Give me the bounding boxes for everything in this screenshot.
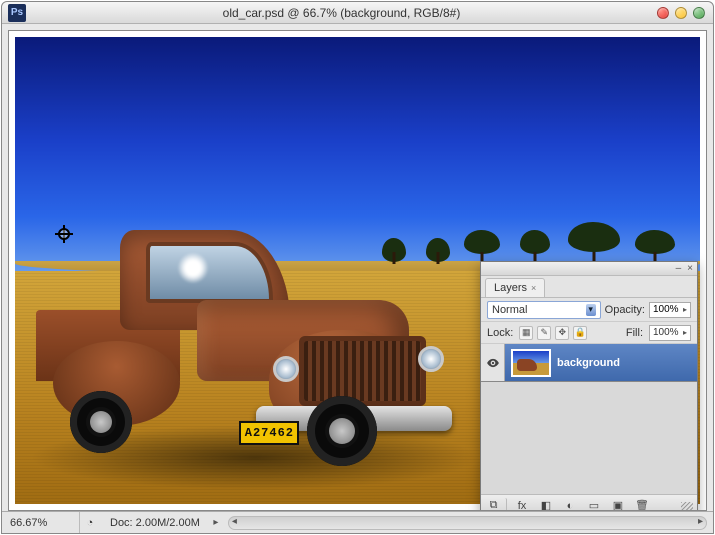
chevron-right-icon[interactable]: ▸ bbox=[683, 305, 687, 314]
trash-icon[interactable]: 🗑 bbox=[631, 498, 653, 512]
opacity-label: Opacity: bbox=[605, 304, 645, 316]
dropdown-arrow-icon: ▾ bbox=[586, 304, 596, 316]
blend-row: Normal ▾ Opacity: 100% ▸ bbox=[481, 298, 697, 322]
canvas-area[interactable]: A27462 – × Layers × Normal ▾ Opacity: bbox=[8, 30, 707, 511]
layer-thumbnail[interactable] bbox=[511, 349, 551, 377]
lock-pixels-icon[interactable]: ✎ bbox=[537, 326, 551, 340]
lock-label: Lock: bbox=[487, 327, 513, 339]
zoom-field[interactable]: 66.67% bbox=[2, 512, 80, 533]
panel-tabs: Layers × bbox=[481, 276, 697, 298]
layer-mask-icon[interactable]: ◧ bbox=[535, 498, 557, 512]
truck-illustration: A27462 bbox=[36, 214, 461, 466]
layers-list[interactable]: background bbox=[481, 344, 697, 494]
close-button[interactable] bbox=[657, 7, 669, 19]
lock-icons: ▦ ✎ ✥ 🔒 bbox=[519, 326, 587, 340]
visibility-toggle[interactable] bbox=[481, 344, 505, 381]
lock-position-icon[interactable]: ✥ bbox=[555, 326, 569, 340]
fill-input[interactable]: 100% ▸ bbox=[649, 325, 691, 341]
blend-mode-select[interactable]: Normal ▾ bbox=[487, 301, 601, 319]
fill-label: Fill: bbox=[626, 327, 643, 339]
panel-footer: ⧉ fx ◧ ◐ ▭ ▣ 🗑 bbox=[481, 494, 697, 511]
adjustment-layer-icon[interactable]: ◐ bbox=[559, 498, 581, 512]
lock-transparency-icon[interactable]: ▦ bbox=[519, 326, 533, 340]
app-badge: Ps bbox=[8, 4, 26, 22]
eye-icon bbox=[486, 356, 500, 370]
panel-collapse-icon[interactable]: – bbox=[676, 263, 682, 274]
doc-info: Doc: 2.00M/2.00M bbox=[100, 517, 210, 529]
new-layer-icon[interactable]: ▣ bbox=[607, 498, 629, 512]
window-controls bbox=[657, 7, 705, 19]
horizontal-scrollbar[interactable] bbox=[228, 516, 707, 530]
status-bar: 66.67% ◔ Doc: 2.00M/2.00M ▸ bbox=[2, 511, 713, 533]
minimize-button[interactable] bbox=[675, 7, 687, 19]
window-title: old_car.psd @ 66.7% (background, RGB/8#) bbox=[26, 6, 657, 20]
layers-panel[interactable]: – × Layers × Normal ▾ Opacity: 100% ▸ bbox=[480, 261, 698, 511]
tab-label: Layers bbox=[494, 282, 527, 294]
blend-mode-value: Normal bbox=[492, 304, 527, 316]
lock-row: Lock: ▦ ✎ ✥ 🔒 Fill: 100% ▸ bbox=[481, 322, 697, 344]
document-window: Ps old_car.psd @ 66.7% (background, RGB/… bbox=[1, 1, 714, 534]
link-layers-icon[interactable]: ⧉ bbox=[485, 498, 507, 512]
layer-fx-icon[interactable]: fx bbox=[511, 498, 533, 512]
zoom-button[interactable] bbox=[693, 7, 705, 19]
status-menu-icon[interactable]: ◔ bbox=[80, 517, 100, 529]
chevron-right-icon[interactable]: ▸ bbox=[683, 328, 687, 337]
panel-header[interactable]: – × bbox=[481, 262, 697, 276]
chevron-right-icon[interactable]: ▸ bbox=[210, 517, 222, 529]
license-plate: A27462 bbox=[239, 421, 299, 445]
opacity-input[interactable]: 100% ▸ bbox=[649, 302, 691, 318]
tab-close-icon[interactable]: × bbox=[531, 283, 536, 293]
resize-grip-icon[interactable] bbox=[681, 502, 693, 511]
cursor-crosshair-icon bbox=[55, 225, 73, 243]
opacity-value: 100% bbox=[653, 304, 679, 315]
tab-layers[interactable]: Layers × bbox=[485, 278, 545, 297]
group-icon[interactable]: ▭ bbox=[583, 498, 605, 512]
layer-name[interactable]: background bbox=[557, 357, 620, 369]
panel-close-icon[interactable]: × bbox=[687, 263, 693, 274]
titlebar[interactable]: Ps old_car.psd @ 66.7% (background, RGB/… bbox=[2, 2, 713, 24]
layer-row[interactable]: background bbox=[481, 344, 697, 382]
lock-all-icon[interactable]: 🔒 bbox=[573, 326, 587, 340]
fill-value: 100% bbox=[653, 327, 679, 338]
